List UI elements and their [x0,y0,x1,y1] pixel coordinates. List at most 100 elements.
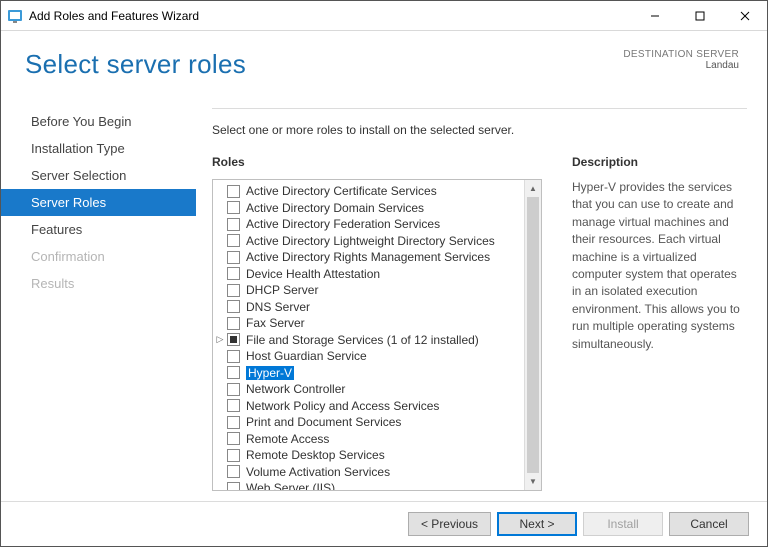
role-row[interactable]: Active Directory Rights Management Servi… [215,249,524,266]
destination-label: DESTINATION SERVER [623,49,739,60]
roles-list[interactable]: Active Directory Certificate Services Act… [213,180,524,490]
role-label[interactable]: Network Controller [246,382,345,396]
titlebar: Add Roles and Features Wizard [1,1,767,31]
nav-item-confirmation: Confirmation [1,243,196,270]
main-panel: Select one or more roles to install on t… [196,94,767,501]
role-label[interactable]: Active Directory Rights Management Servi… [246,250,490,264]
role-row[interactable]: DNS Server [215,299,524,316]
description-column: Description Hyper-V provides the service… [572,155,747,491]
role-checkbox[interactable] [227,234,240,247]
role-row[interactable]: ▷ File and Storage Services (1 of 12 inst… [215,332,524,349]
window-controls [632,1,767,30]
scroll-thumb[interactable] [527,197,539,473]
role-checkbox[interactable] [227,284,240,297]
install-button: Install [583,512,663,536]
role-checkbox[interactable] [227,185,240,198]
role-label[interactable]: Volume Activation Services [246,465,390,479]
cancel-button[interactable]: Cancel [669,512,749,536]
footer: < Previous Next > Install Cancel [1,501,767,546]
role-checkbox[interactable] [227,432,240,445]
role-checkbox[interactable] [227,449,240,462]
app-icon [7,8,23,24]
role-checkbox[interactable] [227,218,240,231]
nav-item-installation-type[interactable]: Installation Type [1,135,196,162]
role-row[interactable]: Remote Desktop Services [215,447,524,464]
role-row[interactable]: Active Directory Federation Services [215,216,524,233]
role-label[interactable]: Active Directory Domain Services [246,201,424,215]
roles-heading: Roles [212,155,542,169]
columns: Roles Active Directory Certificate Servi… [212,155,747,491]
role-row[interactable]: DHCP Server [215,282,524,299]
description-text: Hyper-V provides the services that you c… [572,179,747,353]
role-row[interactable]: Active Directory Domain Services [215,200,524,217]
scroll-down-icon[interactable]: ▼ [525,473,541,490]
destination-name: Landau [623,60,739,71]
role-row[interactable]: Remote Access [215,431,524,448]
role-label[interactable]: Print and Document Services [246,415,401,429]
nav-item-server-selection[interactable]: Server Selection [1,162,196,189]
minimize-button[interactable] [632,1,677,30]
next-button[interactable]: Next > [497,512,577,536]
page-heading: Select server roles [25,49,246,80]
description-heading: Description [572,155,747,169]
role-checkbox[interactable] [227,333,240,346]
role-label[interactable]: Network Policy and Access Services [246,399,439,413]
scrollbar[interactable]: ▲ ▼ [524,180,541,490]
role-label[interactable]: Active Directory Federation Services [246,217,440,231]
role-checkbox[interactable] [227,201,240,214]
role-label[interactable]: Remote Access [246,432,329,446]
role-checkbox[interactable] [227,267,240,280]
body: Before You BeginInstallation TypeServer … [1,94,767,501]
role-label[interactable]: DNS Server [246,300,310,314]
role-row[interactable]: Active Directory Certificate Services [215,183,524,200]
wizard-nav: Before You BeginInstallation TypeServer … [1,94,196,501]
scroll-up-icon[interactable]: ▲ [525,180,541,197]
role-row[interactable]: Web Server (IIS) [215,480,524,490]
instruction-text: Select one or more roles to install on t… [212,123,747,137]
role-label[interactable]: Fax Server [246,316,305,330]
role-label[interactable]: File and Storage Services (1 of 12 insta… [246,333,479,347]
nav-item-before-you-begin[interactable]: Before You Begin [1,108,196,135]
role-row[interactable]: Fax Server [215,315,524,332]
role-row[interactable]: Host Guardian Service [215,348,524,365]
close-button[interactable] [722,1,767,30]
role-label[interactable]: Host Guardian Service [246,349,367,363]
maximize-button[interactable] [677,1,722,30]
nav-item-results: Results [1,270,196,297]
role-checkbox[interactable] [227,482,240,490]
role-row[interactable]: Active Directory Lightweight Directory S… [215,233,524,250]
role-label[interactable]: Device Health Attestation [246,267,380,281]
role-row[interactable]: Volume Activation Services [215,464,524,481]
role-label[interactable]: Remote Desktop Services [246,448,385,462]
role-checkbox[interactable] [227,465,240,478]
role-label[interactable]: DHCP Server [246,283,318,297]
divider [212,108,747,109]
destination-info: DESTINATION SERVER Landau [623,49,739,71]
roles-listbox: Active Directory Certificate Services Act… [212,179,542,491]
previous-button[interactable]: < Previous [408,512,491,536]
role-label[interactable]: Active Directory Certificate Services [246,184,437,198]
role-row[interactable]: Network Controller [215,381,524,398]
role-row[interactable]: Print and Document Services [215,414,524,431]
role-checkbox[interactable] [227,399,240,412]
role-label[interactable]: Hyper-V [246,366,294,380]
role-checkbox[interactable] [227,416,240,429]
nav-item-server-roles[interactable]: Server Roles [1,189,196,216]
header: Select server roles DESTINATION SERVER L… [1,31,767,94]
role-checkbox[interactable] [227,251,240,264]
role-checkbox[interactable] [227,383,240,396]
role-checkbox[interactable] [227,300,240,313]
role-row[interactable]: Network Policy and Access Services [215,398,524,415]
role-row[interactable]: Hyper-V [215,365,524,382]
role-label[interactable]: Active Directory Lightweight Directory S… [246,234,495,248]
role-checkbox[interactable] [227,317,240,330]
nav-item-features[interactable]: Features [1,216,196,243]
role-label[interactable]: Web Server (IIS) [246,481,335,490]
window-title: Add Roles and Features Wizard [29,9,632,23]
wizard-window: Add Roles and Features Wizard Select ser… [0,0,768,547]
role-checkbox[interactable] [227,366,240,379]
role-checkbox[interactable] [227,350,240,363]
expand-icon[interactable]: ▷ [215,334,225,345]
roles-column: Roles Active Directory Certificate Servi… [212,155,542,491]
role-row[interactable]: Device Health Attestation [215,266,524,283]
